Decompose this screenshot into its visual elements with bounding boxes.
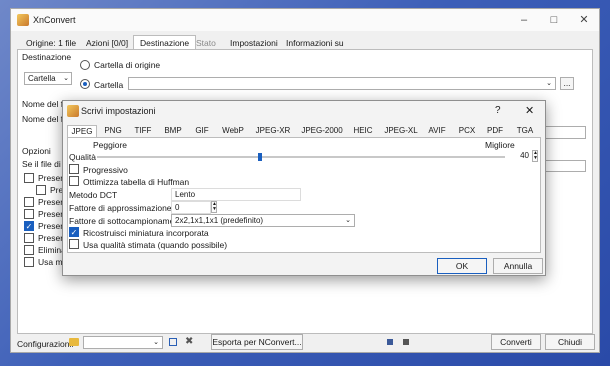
filename-label-2: Nome del fi (22, 114, 65, 124)
dct-method-select[interactable]: Lento (171, 188, 301, 201)
folder-combo-value: Cartella (28, 74, 56, 83)
write-settings-dialog: Scrivi impostazioni ? ✕ JPEG PNG TIFF BM… (62, 100, 546, 276)
folder-icon[interactable] (69, 338, 79, 346)
app-logo-icon (17, 14, 29, 26)
quality-spin[interactable]: ▲ ▼ (532, 150, 538, 162)
radio-origin-folder[interactable] (80, 60, 90, 70)
option-checkbox[interactable] (36, 185, 46, 195)
folder-path-input[interactable]: ⌄ (128, 77, 556, 90)
maximize-icon[interactable]: □ (539, 9, 569, 31)
radio-folder[interactable] (80, 79, 90, 89)
tab-stato[interactable]: Stato (189, 35, 223, 49)
dct-method-value: Lento (175, 190, 196, 199)
format-tab-bmp[interactable]: BMP (161, 125, 185, 137)
destination-section-label: Destinazione (22, 52, 72, 62)
chevron-down-icon: ⌄ (63, 75, 69, 82)
save-icon[interactable] (169, 338, 177, 346)
app-logo-icon (67, 105, 79, 117)
worst-label: Peggiore (93, 140, 128, 150)
format-tab-webp[interactable]: WebP (219, 125, 247, 137)
option-checkbox[interactable] (24, 245, 34, 255)
format-tab-png[interactable]: PNG (101, 125, 125, 137)
estimated-quality-checkbox[interactable] (69, 239, 79, 249)
help-icon[interactable]: ? (495, 105, 501, 116)
tab-origine[interactable]: Origine: 1 file (19, 35, 83, 49)
delete-icon[interactable]: ✖ (185, 336, 193, 347)
smoothing-label: Fattore di approssimazione (69, 203, 172, 213)
format-tab-gif[interactable]: GIF (191, 125, 213, 137)
progressive-checkbox[interactable] (69, 164, 79, 174)
format-tab-heic[interactable]: HEIC (351, 125, 375, 137)
option-checkbox[interactable] (24, 197, 34, 207)
tab-impostazioni[interactable]: Impostazioni (223, 35, 285, 49)
chevron-down-icon: ⌄ (345, 217, 351, 224)
radio-folder-label: Cartella (94, 80, 124, 90)
option-checkbox[interactable] (24, 173, 34, 183)
estimated-quality-label: Usa qualità stimata (quando possibile) (83, 240, 228, 250)
best-label: Migliore (485, 140, 515, 150)
close-icon[interactable]: ✕ (569, 9, 599, 31)
quality-value[interactable]: 40 (511, 150, 531, 162)
cancel-button[interactable]: Annulla (493, 258, 543, 274)
option-checkbox[interactable] (24, 233, 34, 243)
share-icon[interactable] (403, 339, 409, 345)
configurations-combo[interactable]: ⌄ (83, 336, 163, 349)
dct-method-label: Metodo DCT (69, 190, 118, 200)
subsampling-label: Fattore di sottocampionamento (69, 216, 187, 226)
smoothing-spin[interactable]: ▲ ▼ (211, 201, 217, 213)
smoothing-value: 0 (175, 203, 180, 212)
window-title: XnConvert (33, 15, 76, 25)
subsampling-value: 2x2,1x1,1x1 (predefinito) (175, 216, 264, 225)
subsampling-select[interactable]: 2x2,1x1,1x1 (predefinito) ⌄ (171, 214, 355, 227)
format-tab-pdf[interactable]: PDF (485, 125, 505, 137)
folder-combo[interactable]: Cartella ⌄ (24, 72, 72, 85)
tab-destinazione[interactable]: Destinazione (133, 35, 197, 49)
chevron-down-icon: ⌄ (153, 339, 159, 346)
quality-slider[interactable] (97, 153, 505, 161)
convert-button[interactable]: Converti (491, 334, 541, 350)
export-nconvert-button[interactable]: Esporta per NConvert... (211, 334, 303, 350)
dialog-title: Scrivi impostazioni (81, 106, 156, 116)
chevron-down-icon: ⌄ (546, 80, 552, 87)
convert-button-label: Converti (500, 337, 532, 347)
close-icon[interactable]: ✕ (525, 104, 534, 117)
rebuild-thumbnail-checkbox[interactable]: ✓ (69, 227, 79, 237)
huffman-checkbox[interactable] (69, 176, 79, 186)
quality-slider-thumb[interactable] (258, 153, 263, 161)
format-tab-avif[interactable]: AVIF (425, 125, 449, 137)
huffman-label: Ottimizza tabella di Huffman (83, 177, 190, 187)
progressive-label: Progressivo (83, 165, 128, 175)
rebuild-thumbnail-label: Ricostruisci miniatura incorporata (83, 228, 209, 238)
facebook-icon[interactable] (387, 339, 393, 345)
filename-label: Nome del fi (22, 99, 65, 109)
format-tab-pcx[interactable]: PCX (457, 125, 477, 137)
radio-origin-label: Cartella di origine (94, 60, 161, 70)
export-button-label: Esporta per NConvert... (212, 337, 302, 347)
format-tab-jpeg-xr[interactable]: JPEG-XR (255, 125, 291, 137)
ok-button[interactable]: OK (437, 258, 487, 274)
browse-button[interactable]: ... (560, 77, 574, 90)
format-tab-tiff[interactable]: TIFF (131, 125, 155, 137)
format-tab-tga[interactable]: TGA (513, 125, 537, 137)
tab-informazioni[interactable]: Informazioni su (279, 35, 351, 49)
format-tab-jpeg-xl[interactable]: JPEG-XL (383, 125, 419, 137)
title-bar: XnConvert – □ ✕ (11, 9, 599, 31)
option-checkbox[interactable] (24, 209, 34, 219)
configurations-label: Configurazioni: (17, 339, 74, 349)
quality-label: Qualità (69, 152, 96, 162)
close-button[interactable]: Chiudi (545, 334, 595, 350)
format-tab-jpeg-2000[interactable]: JPEG-2000 (299, 125, 345, 137)
smoothing-input[interactable]: 0 (171, 201, 211, 214)
tab-azioni[interactable]: Azioni [0/0] (79, 35, 135, 49)
options-label: Opzioni (22, 146, 51, 156)
format-tab-jpeg[interactable]: JPEG (67, 125, 97, 137)
option-checkbox[interactable] (24, 257, 34, 267)
option-checkbox[interactable]: ✓ (24, 221, 34, 231)
if-file-exists-label: Se il file di (22, 159, 61, 169)
minimize-icon[interactable]: – (509, 9, 539, 31)
